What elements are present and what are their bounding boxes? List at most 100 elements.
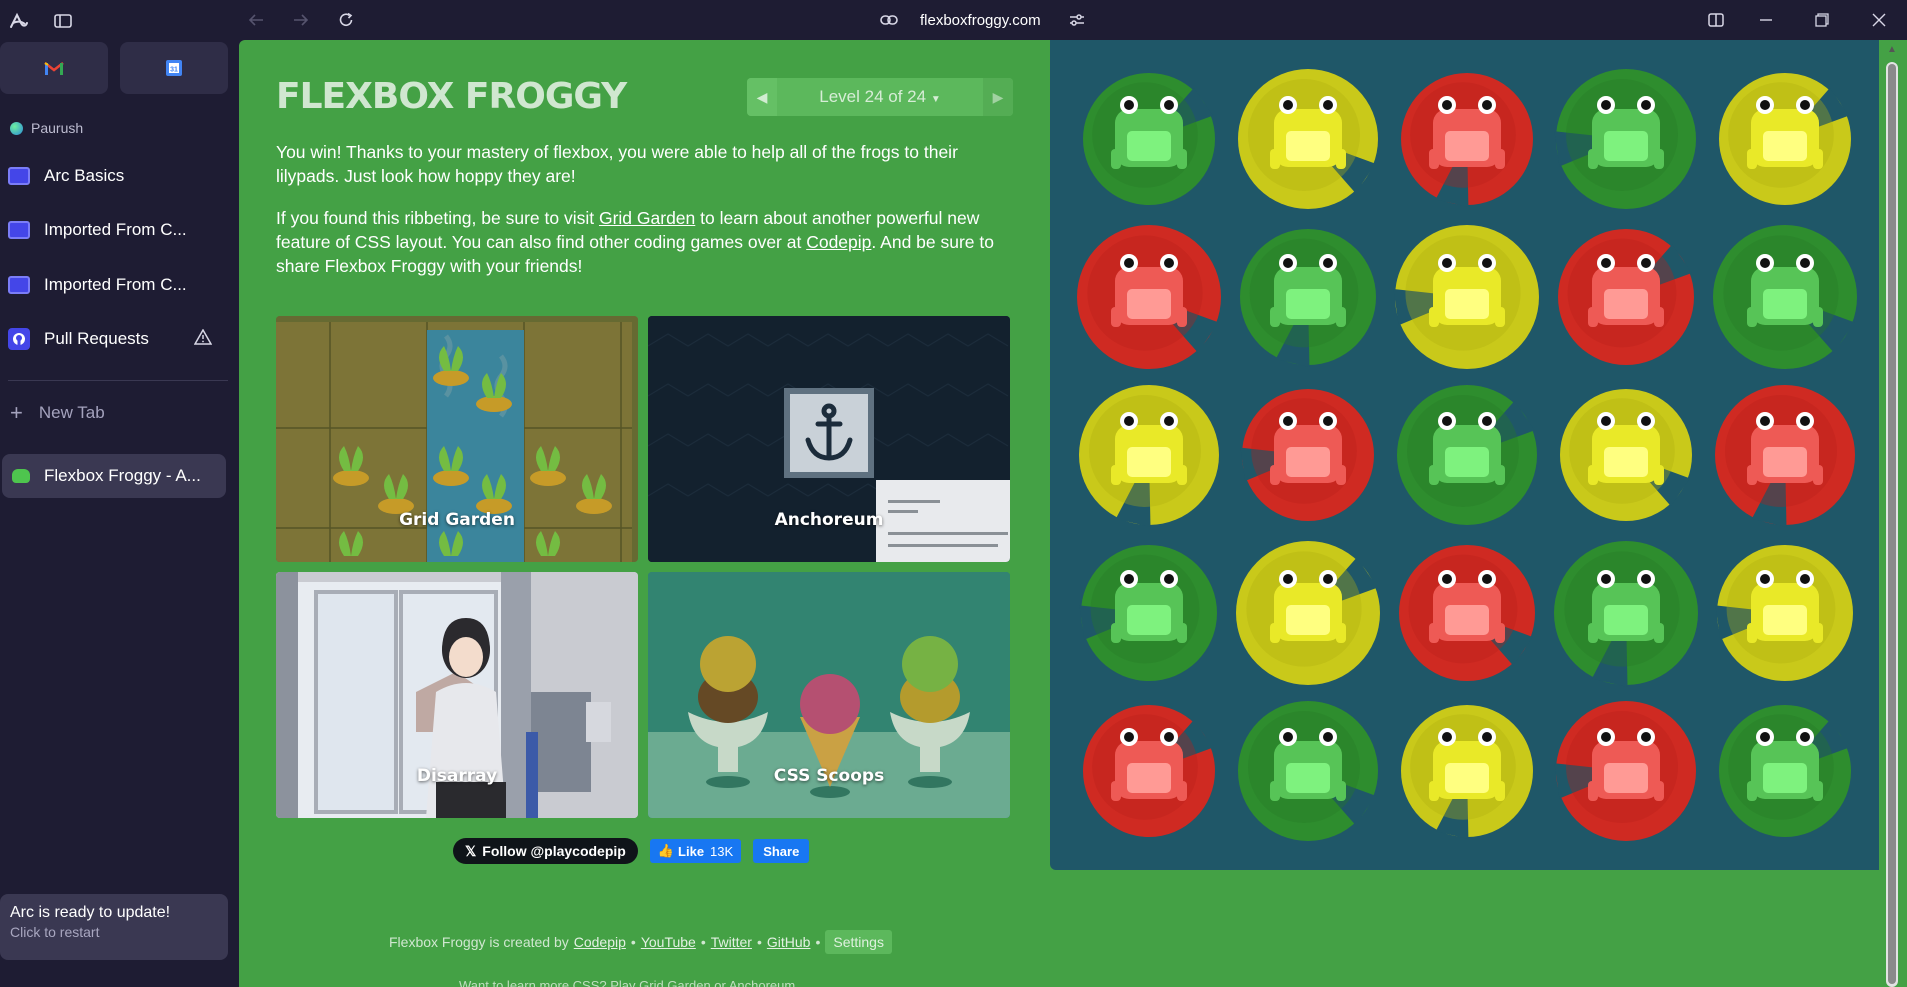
sidebar-item-arc-basics[interactable]: Arc Basics	[0, 154, 228, 198]
footer-separator: •	[700, 934, 706, 950]
frog-belly	[1763, 131, 1807, 161]
frog-pupil	[1442, 574, 1452, 584]
sidebar-item-imported-1[interactable]: Imported From C...	[0, 208, 228, 252]
frog-pupil	[1760, 732, 1770, 742]
facebook-like-button[interactable]: 👍 Like 13K	[649, 839, 742, 863]
win-message: You win! Thanks to your mastery of flexb…	[276, 142, 958, 186]
grid-garden-tile[interactable]: Grid Garden	[276, 316, 638, 562]
frog-leg	[1177, 781, 1187, 801]
sidebar-toggle-icon[interactable]	[52, 12, 74, 30]
footer-credit: Flexbox Froggy is created by	[389, 934, 569, 950]
scroll-up-arrow-icon[interactable]: ▲	[1886, 44, 1898, 58]
frog-pupil	[1442, 100, 1452, 110]
yellow-frog-on-lilypad	[1401, 705, 1533, 839]
link-icon	[880, 10, 900, 30]
yellow-frog-on-lilypad	[1560, 389, 1692, 521]
frog-belly	[1604, 447, 1648, 477]
frog-pupil	[1800, 574, 1810, 584]
disarray-tile[interactable]: Disarray	[276, 572, 638, 818]
frog-pupil	[1283, 574, 1293, 584]
footer-separator: •	[756, 934, 762, 950]
frog-pupil	[1760, 258, 1770, 268]
frog-belly	[1127, 289, 1171, 319]
minimize-icon[interactable]	[1755, 10, 1777, 30]
frog-pupil	[1800, 100, 1810, 110]
frog-leg	[1813, 465, 1823, 485]
frog-leg	[1654, 149, 1664, 169]
frog-belly	[1763, 447, 1807, 477]
frog-leg	[1270, 465, 1280, 485]
css-scoops-tile[interactable]: CSS Scoops	[648, 572, 1010, 818]
frog-pupil	[1164, 258, 1174, 268]
tab-flexbox-froggy[interactable]: Flexbox Froggy - A...	[2, 454, 226, 498]
page-title: FLEXBOX FROGGY	[276, 76, 627, 117]
frog-pupil	[1601, 574, 1611, 584]
sidebar-item-pull-requests[interactable]: Pull Requests	[0, 317, 228, 361]
game-tiles: Grid Garden Anchoreum Disarray CSS Scoop…	[276, 316, 1013, 818]
site-controls-icon[interactable]	[1066, 10, 1088, 30]
frog-leg	[1813, 307, 1823, 327]
space-label[interactable]: Paurush	[10, 120, 83, 136]
frog-leg	[1654, 623, 1664, 643]
frog-leg	[1654, 307, 1664, 327]
split-view-icon[interactable]	[1705, 10, 1727, 30]
arc-logo-icon[interactable]	[8, 10, 30, 32]
frog-leg	[1270, 149, 1280, 169]
gmail-favorite[interactable]	[0, 42, 108, 94]
frog-belly	[1763, 289, 1807, 319]
facebook-share-button[interactable]: Share	[753, 839, 810, 863]
twitter-follow-button[interactable]: 𝕏 Follow @playcodepip	[453, 838, 638, 864]
warning-icon[interactable]	[193, 328, 214, 349]
yellow-frog-on-lilypad	[1719, 73, 1851, 205]
frog-pupil	[1124, 416, 1134, 426]
back-arrow-icon[interactable]	[244, 10, 268, 30]
frog-leg	[1495, 465, 1505, 485]
update-subtitle: Click to restart	[10, 924, 100, 940]
url-text[interactable]: flexboxfroggy.com	[920, 12, 1041, 29]
codepip-link[interactable]: Codepip	[806, 232, 871, 252]
frog-pupil	[1800, 416, 1810, 426]
restore-icon[interactable]	[1811, 10, 1833, 30]
close-window-icon[interactable]	[1868, 10, 1890, 30]
frog-belly	[1286, 289, 1330, 319]
grid-garden-link[interactable]: Grid Garden	[599, 208, 695, 228]
frog-leg	[1747, 781, 1757, 801]
previous-level-button[interactable]: ◀	[747, 78, 777, 116]
footer-link-github[interactable]: GitHub	[767, 934, 811, 950]
footer-link-youtube[interactable]: YouTube	[641, 934, 696, 950]
social-buttons: 𝕏 Follow @playcodepip 👍 Like 13K Share	[453, 838, 810, 864]
frog-pupil	[1442, 416, 1452, 426]
footer: Flexbox Froggy is created by Codepip • Yo…	[389, 930, 892, 954]
settings-button[interactable]: Settings	[825, 930, 892, 954]
forward-arrow-icon[interactable]	[289, 10, 313, 30]
sidebar-item-label: Pull Requests	[44, 329, 149, 348]
anchoreum-tile[interactable]: Anchoreum	[648, 316, 1010, 562]
green-frog-on-lilypad	[1719, 705, 1851, 837]
calendar-favorite[interactable]: 31	[120, 42, 228, 94]
scrollbar-thumb[interactable]	[1888, 64, 1896, 984]
sidebar-item-imported-2[interactable]: Imported From C...	[0, 263, 228, 307]
frog-belly	[1604, 289, 1648, 319]
new-tab-button[interactable]: + New Tab	[10, 400, 105, 426]
frog-pupil	[1800, 258, 1810, 268]
footer-link-codepip[interactable]: Codepip	[574, 934, 626, 950]
footer-link-twitter[interactable]: Twitter	[711, 934, 752, 950]
frog-leg	[1177, 623, 1187, 643]
reload-icon[interactable]	[334, 9, 358, 31]
space-globe-icon	[10, 121, 23, 135]
frog-leg	[1588, 149, 1598, 169]
yellow-frog-on-lilypad	[1715, 545, 1853, 681]
green-frog-on-lilypad	[1554, 69, 1696, 209]
sidebar-item-label: Imported From C...	[44, 220, 187, 239]
tile-label: CSS Scoops	[773, 766, 885, 786]
x-icon: 𝕏	[465, 842, 477, 859]
next-level-button[interactable]: ▶	[983, 78, 1013, 116]
address-bar[interactable]: flexboxfroggy.com	[880, 8, 1090, 32]
update-banner[interactable]: Arc is ready to update! Click to restart	[0, 894, 228, 960]
frog-favicon-icon	[12, 469, 30, 483]
level-dropdown[interactable]: Level 24 of 24 ▼	[777, 87, 983, 107]
tile-label: Anchoreum	[774, 510, 884, 530]
frog-leg	[1429, 623, 1439, 643]
like-count: 13K	[710, 843, 734, 859]
tile-label: Disarray	[416, 766, 498, 786]
